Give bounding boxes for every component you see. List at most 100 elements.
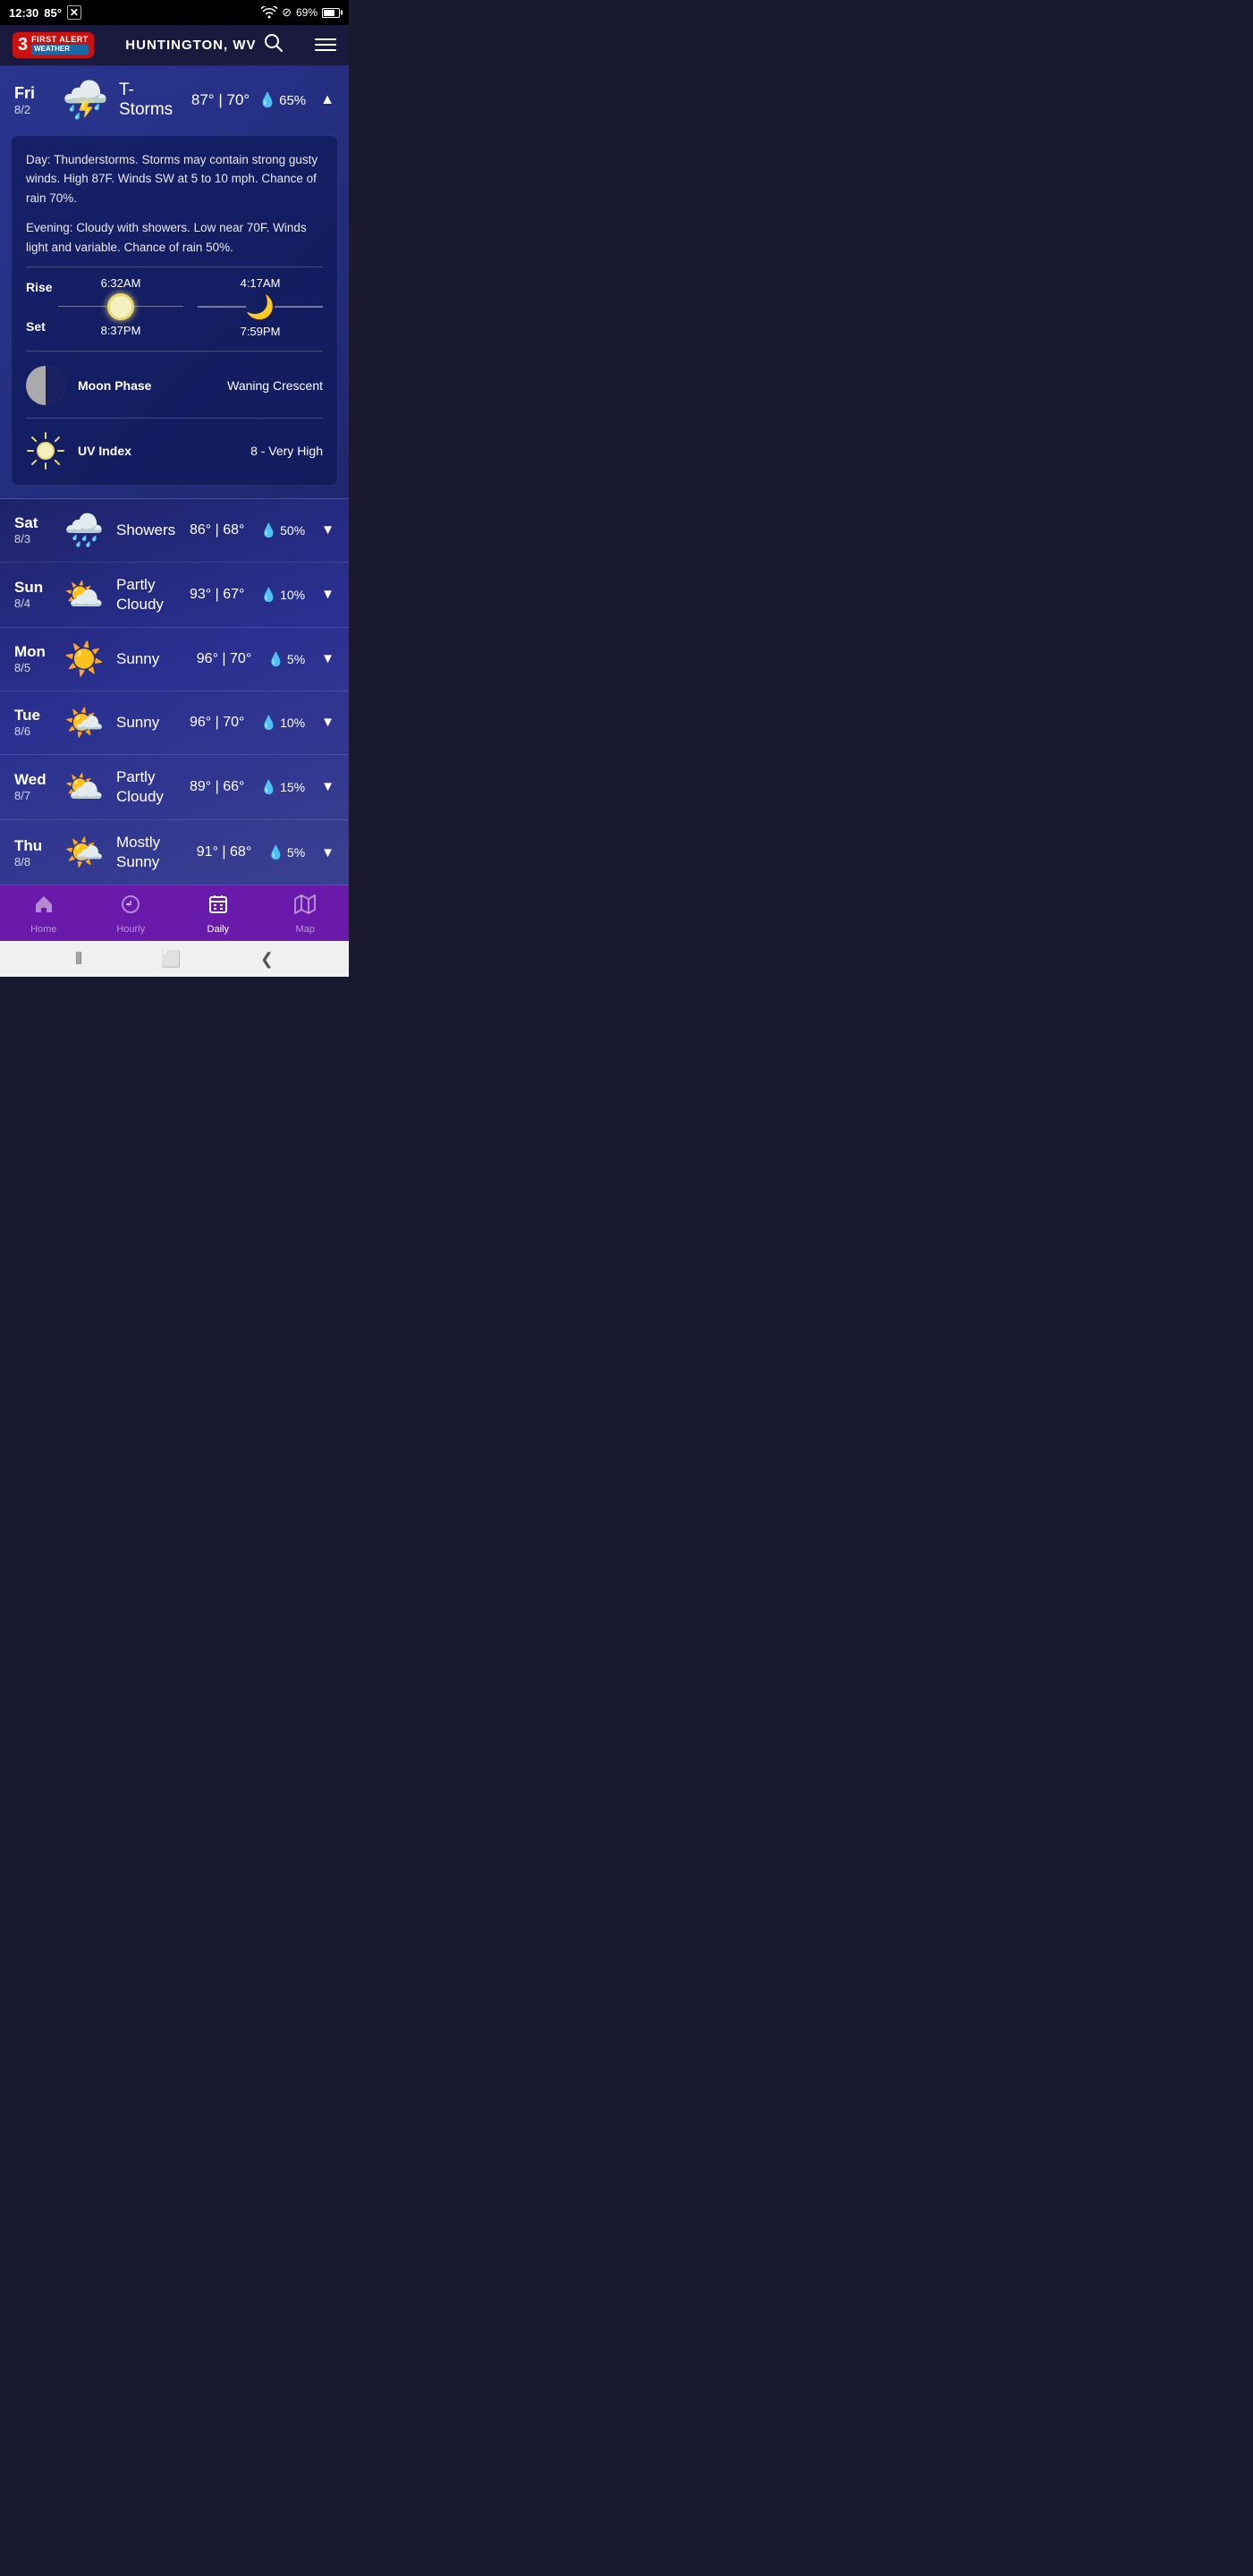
current-high: 87° <box>191 91 215 108</box>
forecast-row[interactable]: Sat 8/3 🌧️ Showers 86° | 68° 💧 50% ▼ <box>0 499 349 563</box>
wifi-icon <box>261 6 277 19</box>
forecast-day-num: 8/4 <box>14 597 52 610</box>
android-back-btn[interactable]: ❮ <box>260 950 274 969</box>
moon-icon: 🌙 <box>246 293 275 321</box>
current-day-row[interactable]: Fri 8/2 ⛈️ T-Storms 87° | 70° 💧 65% ▲ Da… <box>0 66 349 499</box>
evening-description: Evening: Cloudy with showers. Low near 7… <box>26 218 323 257</box>
forecast-temps: 96° | 70° <box>197 651 251 667</box>
rain-pct: 5% <box>287 845 305 860</box>
forecast-row[interactable]: Thu 8/8 🌤️ MostlySunny 91° | 68° 💧 5% ▼ <box>0 820 349 886</box>
forecast-rain: 💧 5% <box>267 651 305 667</box>
forecast-day-name: Wed <box>14 771 52 789</box>
nav-item-home[interactable]: Home <box>0 894 88 935</box>
chevron-down-icon: ▼ <box>321 522 334 538</box>
sun-set-time: 8:37PM <box>101 324 141 337</box>
forecast-condition: PartlyCloudy <box>116 575 181 614</box>
current-day-date: Fri 8/2 <box>14 84 52 116</box>
sun-rise-time: 6:32AM <box>101 276 141 290</box>
forecast-temps: 91° | 68° <box>197 844 251 860</box>
current-day-header: Fri 8/2 ⛈️ T-Storms 87° | 70° 💧 65% ▲ <box>0 66 349 135</box>
forecast-condition: Showers <box>116 521 181 540</box>
rain-drop-icon: 💧 <box>260 779 277 795</box>
map-label: Map <box>296 924 315 935</box>
uv-sun-icon <box>26 431 65 470</box>
forecast-temps: 96° | 70° <box>190 715 244 731</box>
hourly-label: Hourly <box>116 924 145 935</box>
hourly-icon <box>120 894 141 915</box>
current-weather-icon: ⛈️ <box>61 79 110 123</box>
forecast-row[interactable]: Sun 8/4 ⛅ PartlyCloudy 93° | 67° 💧 10% ▼ <box>0 563 349 628</box>
rain-drop-icon: 💧 <box>267 844 284 860</box>
header-location: HUNTINGTON, WV <box>125 33 283 56</box>
android-nav-bar: ⦀ ⬜ ❮ <box>0 941 349 977</box>
forecast-icon: 🌤️ <box>61 834 107 871</box>
location-text: HUNTINGTON, WV <box>125 38 256 53</box>
battery-icon <box>322 8 340 18</box>
forecast-condition: Sunny <box>116 713 181 733</box>
android-recent-btn[interactable]: ⦀ <box>75 950 82 969</box>
rain-drop-icon: 💧 <box>260 587 277 603</box>
current-day-detail: Day: Thunderstorms. Storms may contain s… <box>11 135 338 486</box>
forecast-day-num: 8/3 <box>14 532 52 546</box>
status-bar: 12:30 85° ✕ ⊘ 69% <box>0 0 349 25</box>
chevron-down-icon: ▼ <box>321 715 334 730</box>
hamburger-icon <box>315 38 336 51</box>
status-temp: 85° <box>44 6 62 20</box>
rain-drop-icon: 💧 <box>267 651 284 667</box>
expand-arrow-icon: ▲ <box>320 92 334 108</box>
status-right: ⊘ 69% <box>261 5 340 20</box>
current-day-name: Fri <box>14 84 52 103</box>
nav-item-hourly[interactable]: Hourly <box>88 894 175 935</box>
forecast-date: Mon 8/5 <box>14 643 52 674</box>
forecast-row[interactable]: Mon 8/5 ☀️ Sunny 96° | 70° 💧 5% ▼ <box>0 628 349 691</box>
forecast-date: Wed 8/7 <box>14 771 52 802</box>
forecast-day-name: Mon <box>14 643 52 661</box>
forecast-icon: 🌤️ <box>61 704 107 741</box>
current-low: 70° <box>226 91 250 108</box>
current-day-num: 8/2 <box>14 103 52 116</box>
forecast-rain: 💧 15% <box>260 779 305 795</box>
chevron-down-icon: ▼ <box>321 651 334 666</box>
battery-percent: 69% <box>296 6 317 19</box>
menu-button[interactable] <box>315 38 336 51</box>
forecast-row[interactable]: Wed 8/7 ⛅ PartlyCloudy 89° | 66° 💧 15% ▼ <box>0 755 349 820</box>
daily-icon <box>207 894 229 920</box>
forecast-row[interactable]: Tue 8/6 🌤️ Sunny 96° | 70° 💧 10% ▼ <box>0 691 349 755</box>
forecast-rain: 💧 50% <box>260 522 305 538</box>
uv-label: UV Index <box>78 444 238 458</box>
moon-phase-row: Moon Phase Waning Crescent <box>26 366 323 405</box>
forecast-date: Sun 8/4 <box>14 579 52 610</box>
sun-icon <box>107 293 134 320</box>
forecast-rain: 💧 10% <box>260 715 305 731</box>
forecast-date: Tue 8/6 <box>14 707 52 738</box>
moon-phase-icon <box>26 366 65 405</box>
bottom-nav: Home Hourly Daily <box>0 886 349 941</box>
current-temps: 87° | 70° <box>191 91 250 109</box>
rain-pct: 15% <box>280 780 305 794</box>
forecast-condition: Sunny <box>116 649 188 669</box>
dnd-icon: ⊘ <box>282 5 292 20</box>
rain-pct: 50% <box>280 523 305 538</box>
detail-divider-2 <box>26 351 323 352</box>
moon-phase-value: Waning Crescent <box>227 378 323 393</box>
status-close-icon: ✕ <box>67 5 81 20</box>
first-alert-label: FIRST ALERT <box>31 36 89 45</box>
logo-text: FIRST ALERT WEATHER <box>31 36 89 55</box>
nav-item-map[interactable]: Map <box>262 894 350 935</box>
map-icon <box>294 894 316 920</box>
rise-set-section: Rise Set 6:32AM 8:37PM <box>26 276 323 338</box>
rain-drop-icon: 💧 <box>260 522 277 538</box>
nav-item-daily[interactable]: Daily <box>174 894 262 935</box>
chevron-down-icon: ▼ <box>321 779 334 794</box>
current-condition: T-Storms <box>119 80 182 120</box>
forecast-condition: MostlySunny <box>116 833 188 872</box>
app-logo: 3 FIRST ALERT WEATHER <box>13 32 94 58</box>
search-button[interactable] <box>264 33 284 56</box>
forecast-list: Sat 8/3 🌧️ Showers 86° | 68° 💧 50% ▼ Sun… <box>0 499 349 886</box>
current-rain-chance: 💧 65% <box>258 91 306 109</box>
forecast-day-name: Sat <box>14 514 52 532</box>
forecast-temps: 93° | 67° <box>190 587 244 603</box>
moon-phase-label: Moon Phase <box>78 378 215 393</box>
android-home-btn[interactable]: ⬜ <box>161 950 181 969</box>
rise-label: Rise <box>26 280 55 294</box>
